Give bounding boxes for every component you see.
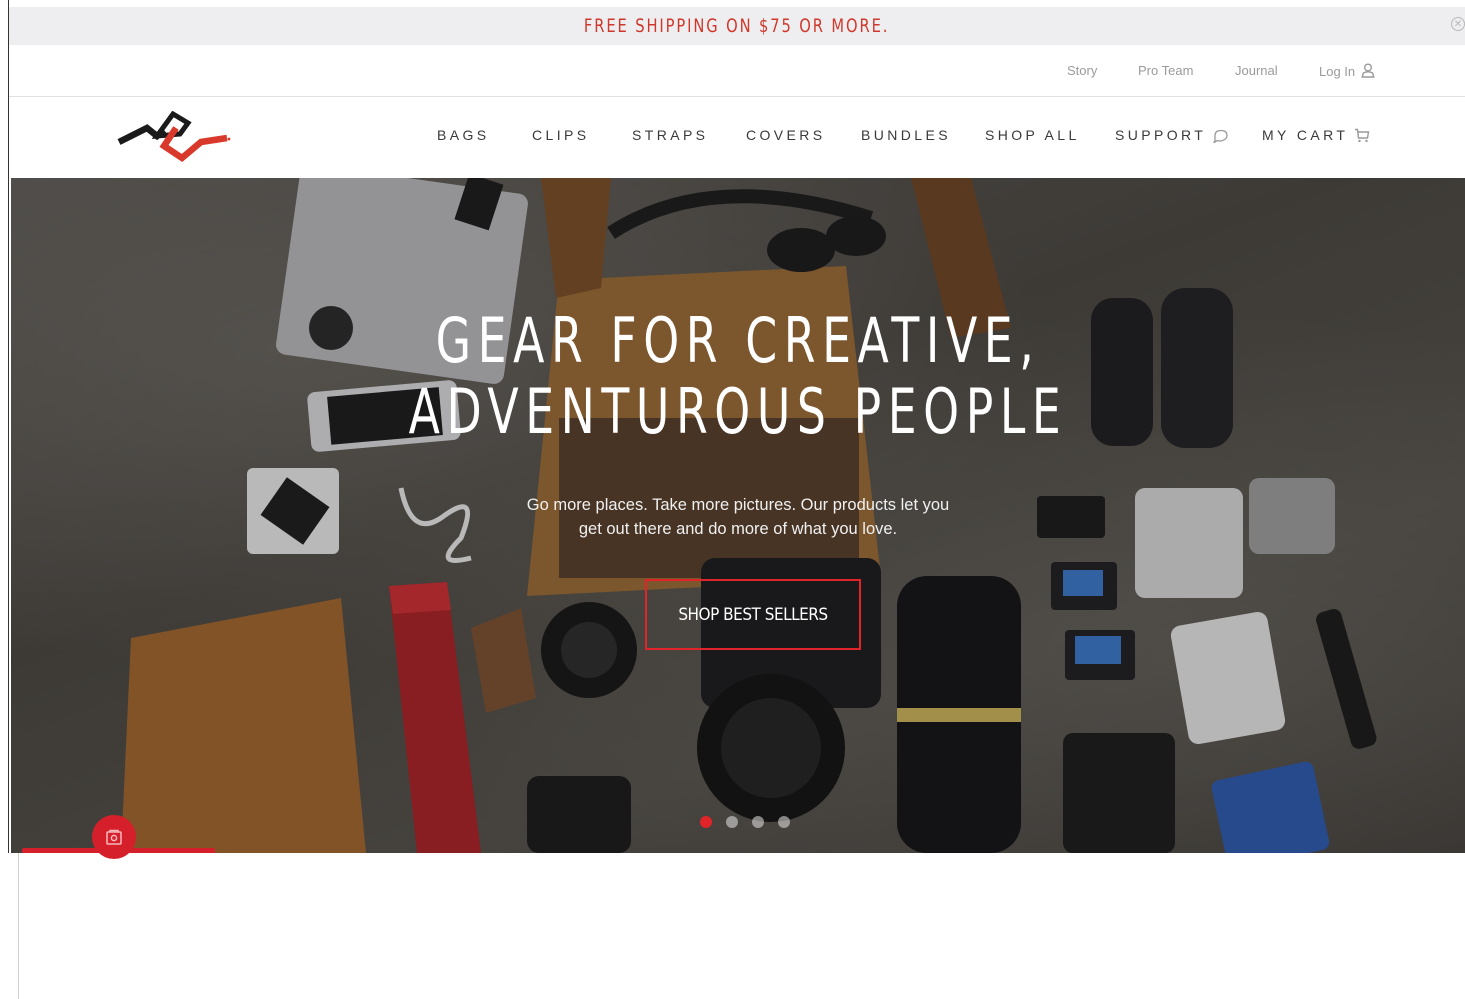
- user-icon: [1361, 63, 1375, 78]
- nav-clips[interactable]: CLIPS: [532, 127, 589, 143]
- utility-nav: Story Pro Team Journal Log In: [9, 45, 1465, 97]
- page-border-lower: [18, 853, 19, 999]
- promo-bar: FREE SHIPPING ON $75 OR MORE. ✕: [9, 7, 1465, 45]
- carousel-dot-3[interactable]: [752, 816, 764, 828]
- close-circle-icon[interactable]: ✕: [1451, 17, 1465, 31]
- utility-link-journal[interactable]: Journal: [1235, 63, 1278, 78]
- nav-cart-label: MY CART: [1262, 127, 1349, 143]
- carousel-dot-1[interactable]: [700, 816, 712, 828]
- utility-link-login[interactable]: Log In: [1319, 63, 1375, 79]
- shop-best-sellers-button[interactable]: SHOP BEST SELLERS: [645, 579, 861, 650]
- chat-bubble-icon: [1213, 129, 1228, 143]
- hero-banner: GEAR FOR CREATIVE, ADVENTUROUS PEOPLE Go…: [11, 178, 1465, 853]
- hero-title: GEAR FOR CREATIVE, ADVENTUROUS PEOPLE: [11, 305, 1465, 447]
- promo-text: FREE SHIPPING ON $75 OR MORE.: [584, 15, 890, 37]
- utility-link-pro-team[interactable]: Pro Team: [1138, 63, 1193, 78]
- nav-straps[interactable]: STRAPS: [632, 127, 708, 143]
- nav-covers[interactable]: COVERS: [746, 127, 826, 143]
- nav-bags[interactable]: BAGS: [437, 127, 490, 143]
- carousel-dot-2[interactable]: [726, 816, 738, 828]
- main-header: BAGS CLIPS STRAPS COVERS BUNDLES SHOP AL…: [9, 97, 1465, 177]
- nav-support[interactable]: SUPPORT: [1115, 127, 1228, 143]
- hero-subtitle-line-2: get out there and do more of what you lo…: [578, 520, 898, 538]
- nav-bundles[interactable]: BUNDLES: [861, 127, 951, 143]
- utility-link-story[interactable]: Story: [1067, 63, 1097, 78]
- hero-subtitle: Go more places. Take more pictures. Our …: [11, 493, 1465, 541]
- login-label: Log In: [1319, 64, 1356, 79]
- rewards-button[interactable]: [92, 815, 136, 859]
- carousel-dot-4[interactable]: [778, 816, 790, 828]
- nav-my-cart[interactable]: MY CART: [1262, 127, 1370, 143]
- nav-support-label: SUPPORT: [1115, 127, 1207, 143]
- rewards-icon: [106, 829, 122, 845]
- hero-subtitle-line-1: Go more places. Take more pictures. Our …: [526, 496, 950, 514]
- hero-title-line-1: GEAR FOR CREATIVE,: [435, 304, 1041, 377]
- nav-shop-all[interactable]: SHOP ALL: [985, 127, 1080, 143]
- carousel-dots: [700, 816, 790, 828]
- hero-title-line-2: ADVENTUROUS PEOPLE: [408, 375, 1068, 448]
- peak-design-logo[interactable]: [116, 111, 232, 163]
- cart-icon: [1355, 128, 1370, 143]
